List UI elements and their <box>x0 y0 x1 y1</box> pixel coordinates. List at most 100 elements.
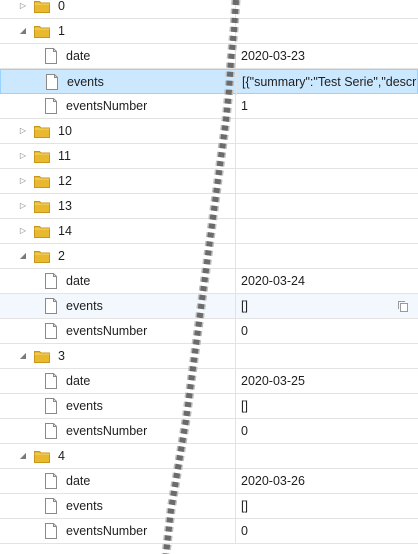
column-divider <box>235 294 236 319</box>
tree-property-row[interactable]: date 2020-03-26 <box>0 469 418 494</box>
chevron-right-icon[interactable]: ▷ <box>18 225 28 237</box>
folder-icon <box>34 151 50 163</box>
tree-key-label: eventsNumber <box>66 99 148 113</box>
tree-key-label: eventsNumber <box>66 424 148 438</box>
tree-key-label: 1 <box>58 24 65 38</box>
tree-folder-row[interactable]: ▷ 12 <box>0 169 418 194</box>
chevron-right-icon[interactable]: ▷ <box>18 175 28 187</box>
tree-folder-row[interactable]: ◢ 1 <box>0 19 418 44</box>
column-divider <box>235 494 236 519</box>
file-icon <box>45 98 57 114</box>
column-divider <box>235 269 236 294</box>
chevron-down-icon[interactable]: ◢ <box>18 25 28 37</box>
tree-key-label: 13 <box>58 199 72 213</box>
tree-property-row[interactable]: date 2020-03-25 <box>0 369 418 394</box>
column-divider <box>235 194 236 219</box>
tree-value-cell[interactable]: [] <box>241 294 418 319</box>
tree-property-row[interactable]: events [{"summary":"Test Serie","descr <box>0 69 418 95</box>
column-divider <box>235 119 236 144</box>
column-divider <box>235 219 236 244</box>
tree-key-label: date <box>66 274 91 288</box>
tree-folder-row[interactable]: ▷ 13 <box>0 194 418 219</box>
tree-value-cell[interactable]: 2020-03-26 <box>241 469 418 494</box>
column-divider <box>235 144 236 169</box>
tree-property-row[interactable]: date 2020-03-24 <box>0 269 418 294</box>
chevron-right-icon[interactable]: ▷ <box>18 150 28 162</box>
tree-key-label: date <box>66 49 91 63</box>
tree-key-label: 3 <box>58 349 65 363</box>
column-divider <box>235 44 236 69</box>
column-divider <box>235 419 236 444</box>
file-icon <box>45 273 57 289</box>
tree-value-cell[interactable]: [] <box>241 494 418 519</box>
chevron-down-icon[interactable]: ◢ <box>18 250 28 262</box>
tree-property-row[interactable]: eventsNumber 1 <box>0 94 418 119</box>
tree-key-label: eventsNumber <box>66 524 148 538</box>
folder-icon <box>34 451 50 463</box>
chevron-down-icon[interactable]: ◢ <box>18 350 28 362</box>
chevron-right-icon[interactable]: ▷ <box>18 0 28 12</box>
tree-property-row[interactable]: eventsNumber 0 <box>0 319 418 344</box>
tree-folder-row[interactable]: ▷ 14 <box>0 219 418 244</box>
tree-folder-row[interactable]: ◢ 3 <box>0 344 418 369</box>
tree-folder-row[interactable]: ▷ 0 <box>0 0 418 19</box>
tree-value-cell[interactable]: 2020-03-24 <box>241 269 418 294</box>
copy-icon[interactable] <box>396 299 410 313</box>
tree-property-row[interactable]: events [] <box>0 394 418 419</box>
tree-folder-row[interactable]: ▷ 10 <box>0 119 418 144</box>
tree-property-row[interactable]: eventsNumber 0 <box>0 419 418 444</box>
column-divider <box>235 94 236 119</box>
tree-folder-row[interactable]: ◢ 4 <box>0 444 418 469</box>
tree-folder-row[interactable]: ▷ 11 <box>0 144 418 169</box>
tree-value-cell[interactable]: 1 <box>241 94 418 119</box>
column-divider <box>235 0 236 19</box>
chevron-right-icon[interactable]: ▷ <box>18 200 28 212</box>
tree-property-row[interactable]: events [] <box>0 294 418 319</box>
file-icon <box>46 74 58 90</box>
tree-key-label: events <box>66 299 103 313</box>
chevron-right-icon[interactable]: ▷ <box>18 125 28 137</box>
json-tree: ▷ 0 ◢ 1 date 2020-03-23 events [{"summary":"Tes… <box>0 0 418 544</box>
folder-icon <box>34 251 50 263</box>
file-icon <box>45 323 57 339</box>
tree-value-cell[interactable]: 2020-03-23 <box>241 44 418 69</box>
column-divider <box>235 19 236 44</box>
column-divider <box>235 394 236 419</box>
column-divider <box>236 70 237 95</box>
file-icon <box>45 473 57 489</box>
folder-icon <box>34 1 50 13</box>
tree-property-row[interactable]: eventsNumber 0 <box>0 519 418 544</box>
tree-value-cell[interactable]: 0 <box>241 519 418 544</box>
tree-property-row[interactable]: date 2020-03-23 <box>0 44 418 69</box>
tree-property-row[interactable]: events [] <box>0 494 418 519</box>
file-icon <box>45 298 57 314</box>
tree-value-cell[interactable]: 0 <box>241 319 418 344</box>
tree-folder-row[interactable]: ◢ 2 <box>0 244 418 269</box>
column-divider <box>235 519 236 544</box>
column-divider <box>235 444 236 469</box>
column-divider <box>235 469 236 494</box>
folder-icon <box>34 26 50 38</box>
tree-key-label: 11 <box>58 149 71 163</box>
folder-icon <box>34 351 50 363</box>
tree-key-label: 0 <box>58 0 65 13</box>
tree-value-cell[interactable]: 2020-03-25 <box>241 369 418 394</box>
tree-value-cell[interactable]: [{"summary":"Test Serie","descr <box>242 70 417 95</box>
folder-icon <box>34 176 50 188</box>
file-icon <box>45 498 57 514</box>
tree-value-cell[interactable]: [] <box>241 394 418 419</box>
column-divider <box>235 319 236 344</box>
tree-key-label: events <box>67 75 104 89</box>
folder-icon <box>34 226 50 238</box>
column-divider <box>235 169 236 194</box>
tree-value-cell[interactable]: 0 <box>241 419 418 444</box>
tree-key-label: 10 <box>58 124 72 138</box>
tree-key-label: events <box>66 499 103 513</box>
chevron-down-icon[interactable]: ◢ <box>18 450 28 462</box>
tree-key-label: eventsNumber <box>66 324 148 338</box>
file-icon <box>45 48 57 64</box>
column-divider <box>235 244 236 269</box>
tree-key-label: events <box>66 399 103 413</box>
folder-icon <box>34 126 50 138</box>
tree-key-label: date <box>66 474 91 488</box>
